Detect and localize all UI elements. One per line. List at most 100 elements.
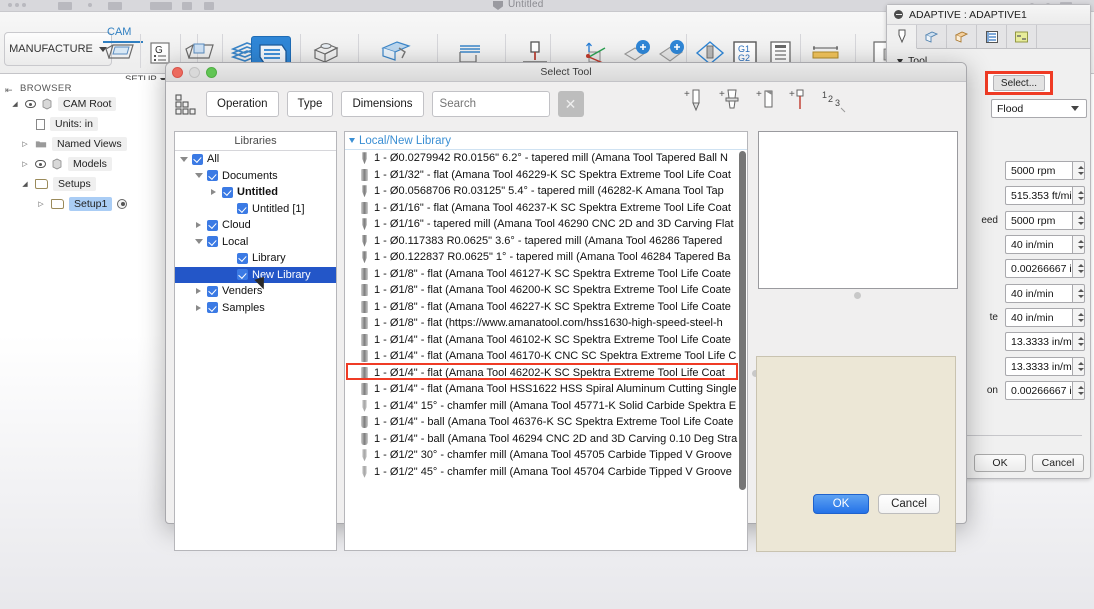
library-checkbox[interactable] (237, 252, 248, 264)
tree-item-cam-root[interactable]: ◢ CAM Root (0, 94, 168, 114)
tree-item-units[interactable]: Units: in (0, 114, 168, 134)
tool-list-item[interactable]: 1 - Ø0.0568706 R0.03125" 5.4° - tapered … (345, 183, 747, 200)
library-checkbox[interactable] (237, 269, 248, 281)
tab-tool[interactable] (887, 25, 917, 49)
library-checkbox[interactable] (192, 153, 203, 165)
stepper[interactable] (1072, 309, 1084, 326)
dialog-ok-button[interactable]: OK (813, 494, 869, 514)
stepper[interactable] (1072, 162, 1084, 179)
library-checkbox[interactable] (207, 285, 218, 297)
twisty-expanded-icon[interactable] (194, 239, 203, 245)
tree-item-named-views[interactable]: ▷ Named Views (0, 134, 168, 154)
tool-list-group-header[interactable]: Local/New Library (345, 132, 747, 150)
ramp-spindle-speed-field[interactable]: 5000 rpm (1005, 211, 1085, 230)
horizontal-splitter-handle[interactable] (854, 292, 861, 299)
twisty-collapsed-icon[interactable] (194, 304, 203, 311)
setup-new-setup-button[interactable] (100, 36, 140, 70)
twisty-collapsed-icon[interactable]: ▷ (36, 200, 46, 208)
spindle-speed-field[interactable]: 5000 rpm (1005, 161, 1085, 180)
stepper[interactable] (1072, 187, 1084, 204)
tree-item-models[interactable]: ▷ Models (0, 154, 168, 174)
feed-per-tooth-field[interactable]: 0.00266667 in (1005, 259, 1085, 278)
library-checkbox[interactable] (222, 186, 233, 198)
tool-list-item[interactable]: 1 - Ø1/8" - flat (Amana Tool 46227-K SC … (345, 299, 747, 316)
tree-item-setup1[interactable]: ▷ Setup1 (0, 194, 168, 214)
dialog-cancel-button[interactable]: Cancel (878, 494, 940, 514)
twisty-collapsed-icon[interactable]: ▷ (20, 160, 30, 168)
tool-list-item[interactable]: 1 - Ø1/4" - flat (Amana Tool 46102-K SC … (345, 332, 747, 349)
stepper[interactable] (1072, 285, 1084, 302)
library-item[interactable]: Local (175, 234, 336, 251)
coolant-dropdown[interactable]: Flood (991, 99, 1087, 118)
tab-linking[interactable] (1007, 25, 1037, 48)
new-holder-icon[interactable]: + (719, 88, 743, 119)
new-probe-icon[interactable]: + (789, 88, 809, 119)
library-item[interactable]: Untitled (175, 184, 336, 201)
twisty-collapsed-icon[interactable] (194, 288, 203, 295)
tool-list-item[interactable]: 1 - Ø1/8" - flat (https://www.amanatool.… (345, 315, 747, 332)
tool-list-item[interactable]: 1 - Ø1/16" - tapered mill (Amana Tool 46… (345, 216, 747, 233)
tool-list-item[interactable]: 1 - Ø0.122837 R0.0625" 1° - tapered mill… (345, 249, 747, 266)
tool-list-item[interactable]: 1 - Ø1/32" - flat (Amana Tool 46229-K SC… (345, 167, 747, 184)
ramp-feedrate-field[interactable]: 13.3333 in/min (1005, 332, 1085, 351)
filter-type-button[interactable]: Type (286, 91, 334, 117)
plunge-feedrate-field[interactable]: 13.3333 in/min (1005, 357, 1085, 376)
tool-list-item[interactable]: 1 - Ø1/16" - flat (Amana Tool 46237-K SC… (345, 200, 747, 217)
panel-ok-button[interactable]: OK (974, 454, 1026, 472)
collapse-browser-icon[interactable]: ⇤ (5, 85, 13, 96)
tool-list-item[interactable]: 1 - Ø1/4" - ball (Amana Tool 46376-K SC … (345, 414, 747, 431)
stepper[interactable] (1072, 333, 1084, 350)
library-item[interactable]: Untitled [1] (175, 201, 336, 218)
feed-per-revolution-field[interactable]: 0.00266667 in (1005, 381, 1085, 400)
panel-cancel-button[interactable]: Cancel (1032, 454, 1084, 472)
tool-list-item[interactable]: 1 - Ø0.117383 R0.0625" 3.6° - tapered mi… (345, 233, 747, 250)
stepper[interactable] (1072, 236, 1084, 253)
new-turning-tool-icon[interactable]: + (756, 88, 776, 119)
library-checkbox[interactable] (207, 170, 218, 182)
library-item[interactable]: Cloud (175, 217, 336, 234)
lead-out-feedrate-field[interactable]: 40 in/min (1005, 308, 1085, 327)
visibility-eye-icon[interactable] (35, 160, 46, 168)
filter-dimensions-button[interactable]: Dimensions (341, 91, 424, 117)
tree-item-setups[interactable]: ◢ Setups (0, 174, 168, 194)
stepper[interactable] (1072, 382, 1084, 399)
twisty-collapsed-icon[interactable] (209, 189, 218, 196)
renumber-tools-icon[interactable]: 1 2 3 (822, 88, 848, 119)
tool-list-item[interactable]: 1 - Ø1/2" 30° - chamfer mill (Amana Tool… (345, 447, 747, 464)
visibility-eye-icon[interactable] (25, 100, 36, 108)
twisty-expanded-icon[interactable] (194, 173, 203, 179)
stepper[interactable] (1072, 260, 1084, 277)
tab-passes[interactable] (977, 25, 1007, 48)
tool-list-scrollbar[interactable] (738, 151, 747, 550)
grid-view-icon[interactable] (174, 93, 196, 115)
library-checkbox[interactable] (237, 203, 248, 215)
lead-in-feedrate-field[interactable]: 40 in/min (1005, 284, 1085, 303)
twisty-expanded-icon[interactable] (179, 156, 188, 162)
surface-speed-field[interactable]: 515.353 ft/min (1005, 186, 1085, 205)
select-tool-button[interactable]: Select... (993, 75, 1045, 91)
twisty-expanded-icon[interactable]: ◢ (20, 180, 30, 188)
twisty-expanded-icon[interactable]: ◢ (10, 100, 20, 108)
library-item[interactable]: Library (175, 250, 336, 267)
stepper[interactable] (1072, 358, 1084, 375)
tool-list-item[interactable]: 1 - Ø1/8" - flat (Amana Tool 46200-K SC … (345, 282, 747, 299)
library-item[interactable]: All (175, 151, 336, 168)
tab-geometry[interactable] (917, 25, 947, 48)
library-item[interactable]: Samples (175, 300, 336, 317)
tool-list-item[interactable]: 1 - Ø1/4" - flat (Amana Tool HSS1622 HSS… (345, 381, 747, 398)
tool-list-item[interactable]: 1 - Ø1/8" - flat (Amana Tool 46127-K SC … (345, 266, 747, 283)
tool-list-item[interactable]: 1 - Ø1/2" 45° - chamfer mill (Amana Tool… (345, 464, 747, 481)
setup-active-radio[interactable] (117, 199, 128, 209)
twisty-collapsed-icon[interactable] (194, 222, 203, 229)
twisty-collapsed-icon[interactable]: ▷ (20, 140, 30, 148)
search-input[interactable] (431, 91, 550, 117)
scrollbar-thumb[interactable] (739, 151, 746, 490)
tool-list-item[interactable]: 1 - Ø1/4" 15° - chamfer mill (Amana Tool… (345, 398, 747, 415)
tool-list-item[interactable]: 1 - Ø1/4" - ball (Amana Tool 46294 CNC 2… (345, 431, 747, 448)
stepper[interactable] (1072, 212, 1084, 229)
cutting-feedrate-field[interactable]: 40 in/min (1005, 235, 1085, 254)
library-item[interactable]: Documents (175, 168, 336, 185)
clear-search-button[interactable]: ✕ (557, 91, 584, 117)
library-checkbox[interactable] (207, 302, 218, 314)
tab-heights[interactable] (947, 25, 977, 48)
